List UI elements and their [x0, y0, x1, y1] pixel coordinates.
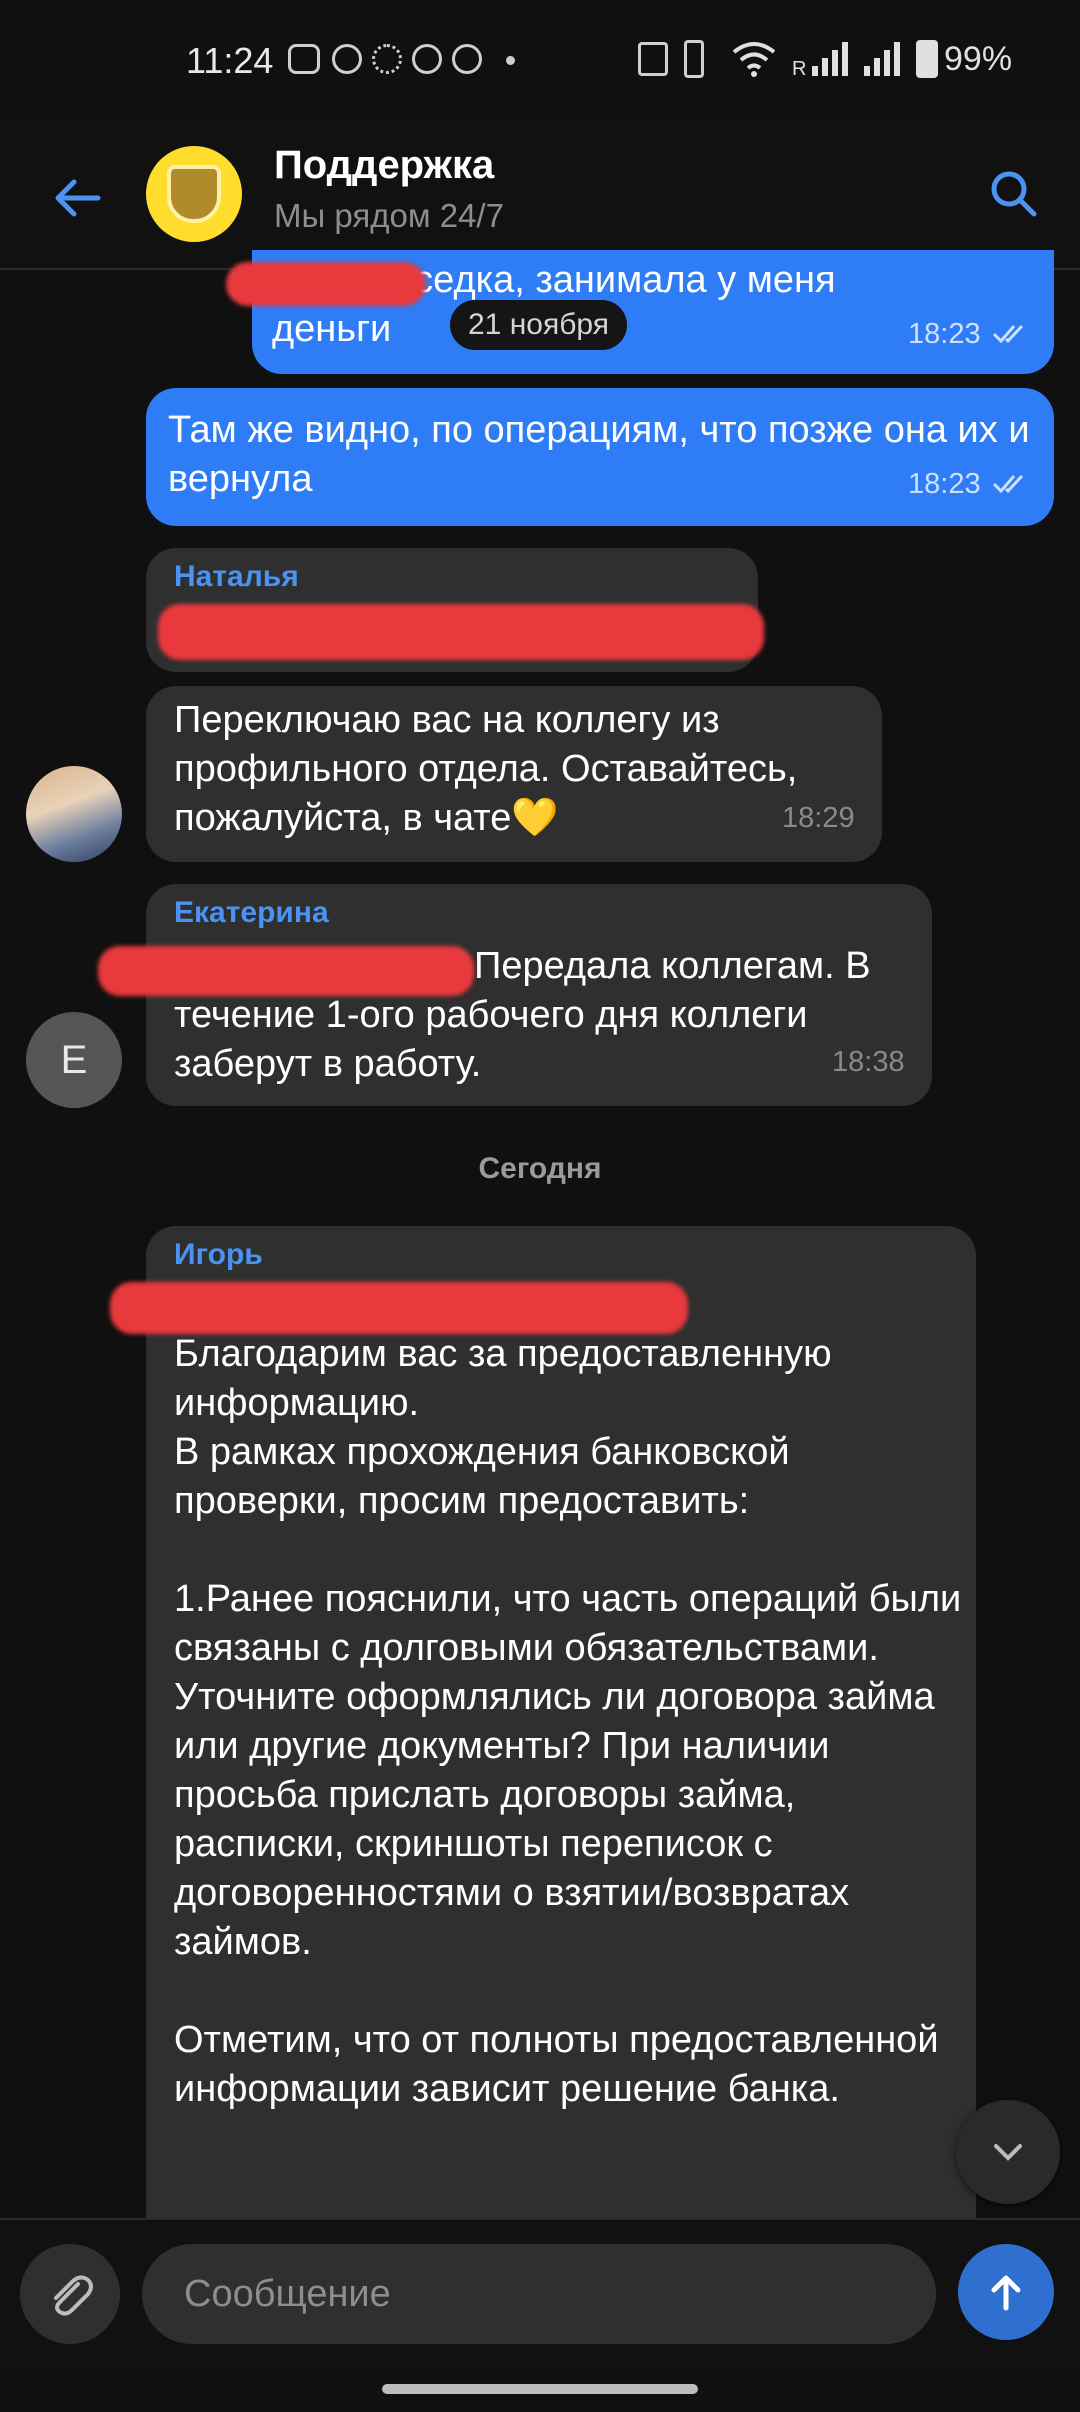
paperclip-icon [54, 2275, 93, 2316]
message-text: Переключаю вас на коллегу из профильного… [174, 699, 808, 839]
battery-icon [916, 40, 938, 78]
message-text: Благодарим вас за предоставленную информ… [174, 1333, 962, 2110]
battery-percent: 99% [944, 40, 1013, 78]
agent-avatar[interactable] [26, 766, 122, 862]
redaction-mark [226, 262, 426, 306]
search-icon[interactable] [986, 166, 1042, 222]
send-button[interactable] [958, 2244, 1054, 2340]
chevron-down-icon [994, 2144, 1022, 2161]
bank-logo[interactable] [146, 146, 242, 242]
redaction-mark [98, 946, 474, 996]
wifi-icon [732, 42, 776, 77]
double-check-icon [992, 324, 1024, 344]
status-time: 11:24 [186, 40, 274, 81]
agent-avatar-letter[interactable]: Е [26, 1012, 122, 1108]
status-bar: 11:24 R 99% [0, 0, 1080, 120]
signal-icon-2 [864, 42, 900, 76]
sender-name: Наталья [174, 560, 299, 593]
back-arrow-icon[interactable] [48, 168, 108, 228]
attach-button[interactable] [20, 2244, 120, 2344]
arrow-up-icon [991, 2275, 1021, 2311]
vibrate-icon [684, 40, 704, 78]
nfc-icon [638, 42, 668, 76]
redaction-mark [158, 604, 764, 660]
double-check-icon [992, 474, 1024, 494]
redaction-mark [110, 1282, 688, 1334]
app-notification-icon [412, 44, 442, 74]
message-time: 18:23 [908, 318, 981, 350]
floating-date: 21 ноября [450, 300, 627, 350]
pay-icon [288, 44, 320, 74]
message-time: 18:29 [782, 802, 855, 834]
home-indicator[interactable] [382, 2384, 698, 2394]
message-time: 18:23 [908, 468, 981, 500]
chat-subtitle: Мы рядом 24/7 [274, 197, 504, 234]
sender-name: Игорь [174, 1238, 263, 1271]
date-separator: Сегодня [478, 1152, 602, 1185]
message-time: 18:38 [832, 1046, 905, 1078]
check-circle-icon [332, 44, 362, 74]
sender-name: Екатерина [174, 896, 329, 929]
more-notifications-dot [506, 56, 515, 65]
scroll-down-button[interactable] [956, 2100, 1060, 2204]
app-notification-icon-2 [452, 44, 482, 74]
chat-title[interactable]: Поддержка [274, 143, 494, 188]
roaming-label: R [792, 58, 807, 80]
signal-icon [812, 42, 848, 76]
gear-notification-icon [372, 44, 402, 74]
message-input[interactable] [142, 2244, 936, 2344]
